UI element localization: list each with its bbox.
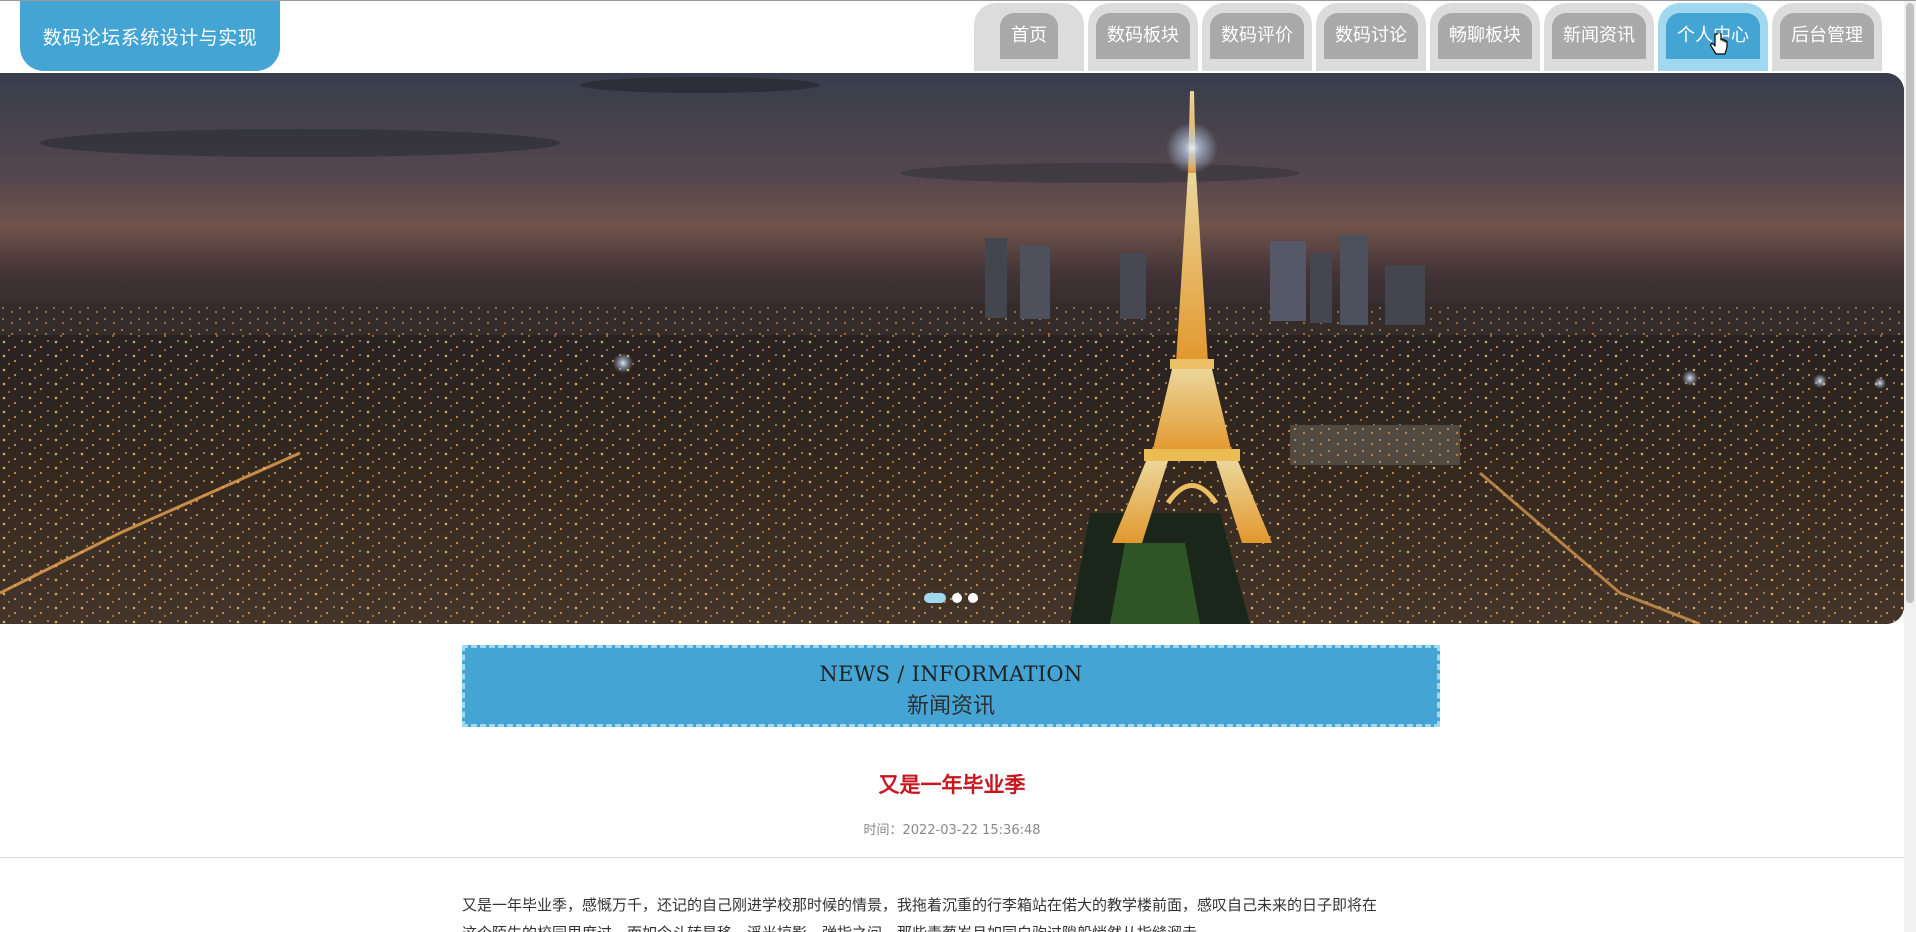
nav-item-digital-board[interactable]: 数码板块 [1088, 3, 1198, 71]
article-paragraph-line: 这个陌生的校园里度过，而如今斗转星移，浮光掠影，弹指之间，那些青葱岁月如同白驹过… [462, 919, 1440, 932]
article-title: 又是一年毕业季 [878, 773, 1026, 797]
nav-item-admin[interactable]: 后台管理 [1772, 3, 1882, 71]
carousel-dot-1[interactable] [924, 593, 946, 603]
nav-item-label: 个人中心 [1666, 13, 1760, 59]
scrollbar-thumb[interactable] [1906, 3, 1914, 603]
site-title: 数码论坛系统设计与实现 [20, 1, 280, 71]
nav-item-label: 新闻资讯 [1552, 13, 1646, 59]
main-nav: 首页 数码板块 数码评价 数码讨论 畅聊板块 新闻资讯 个人中心 后台管理 [974, 3, 1882, 71]
carousel-dot-2[interactable] [952, 593, 962, 603]
section-title-cn: 新闻资讯 [906, 694, 995, 719]
nav-item-label: 畅聊板块 [1438, 13, 1532, 59]
carousel-indicators [924, 593, 978, 603]
carousel-dot-3[interactable] [968, 593, 978, 603]
nav-item-digital-discussion[interactable]: 数码讨论 [1316, 3, 1426, 71]
nav-item-label: 后台管理 [1780, 13, 1874, 59]
section-title-en: NEWS / INFORMATION [819, 662, 1083, 686]
page: 数码论坛系统设计与实现 首页 数码板块 数码评价 数码讨论 畅聊板块 新闻资讯 … [0, 0, 1916, 932]
banner-carousel[interactable] [0, 73, 1904, 624]
article-body: 又是一年毕业季，感慨万千，还记的自己刚进学校那时候的情景，我拖着沉重的行李箱站在… [462, 891, 1440, 932]
nav-item-label: 首页 [1000, 13, 1058, 59]
banner-image [0, 73, 1904, 624]
nav-item-label: 数码讨论 [1324, 13, 1418, 59]
nav-item-label: 数码评价 [1210, 13, 1304, 59]
divider [0, 857, 1916, 858]
article-paragraph-line: 又是一年毕业季，感慨万千，还记的自己刚进学校那时候的情景，我拖着沉重的行李箱站在… [462, 896, 1378, 914]
page-scrollbar[interactable] [1904, 1, 1916, 932]
news-section-heading: NEWS / INFORMATION 新闻资讯 [462, 645, 1440, 727]
nav-item-home[interactable]: 首页 [974, 3, 1084, 71]
nav-item-digital-review[interactable]: 数码评价 [1202, 3, 1312, 71]
nav-item-personal-center[interactable]: 个人中心 [1658, 3, 1768, 71]
nav-item-news[interactable]: 新闻资讯 [1544, 3, 1654, 71]
nav-item-chat-board[interactable]: 畅聊板块 [1430, 3, 1540, 71]
nav-item-label: 数码板块 [1096, 13, 1190, 59]
article-timestamp: 时间：2022-03-22 15:36:48 [863, 823, 1041, 838]
